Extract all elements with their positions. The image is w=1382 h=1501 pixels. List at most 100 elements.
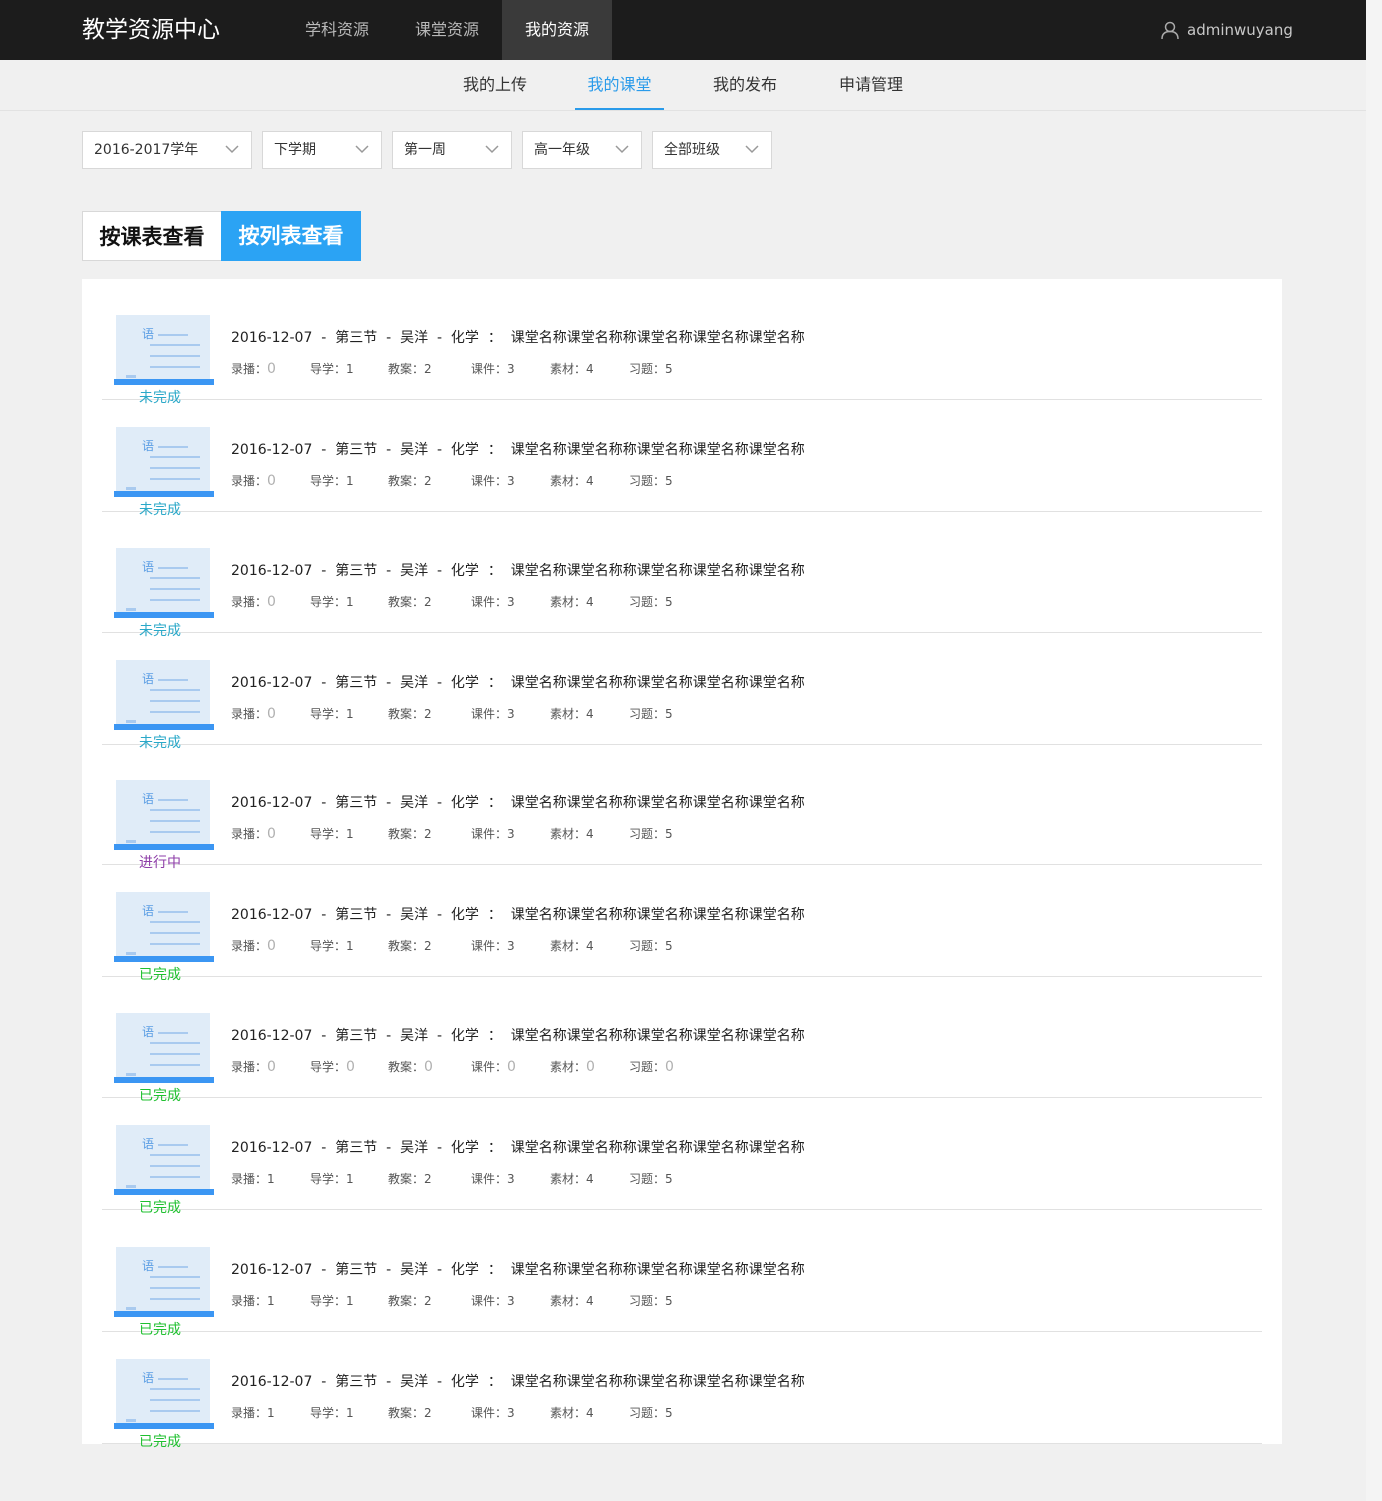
stat-item: 录播：1 — [231, 1170, 275, 1187]
stat-label: 导学： — [310, 1294, 347, 1308]
status-bar — [114, 1311, 214, 1317]
lesson-thumbnail[interactable]: 语 — [114, 1247, 214, 1317]
user-menu[interactable]: adminwuyang — [1160, 0, 1293, 60]
stat-label: 教案： — [388, 474, 425, 488]
lesson-title[interactable]: 2016-12-07 - 第三节 - 吴洋 - 化学 ： 课堂名称课堂名称称课堂… — [231, 327, 805, 347]
stat-label: 录播： — [231, 362, 268, 376]
text-line — [158, 799, 188, 801]
lesson-thumbnail[interactable]: 语 — [114, 660, 214, 730]
nav-item-subject-resources[interactable]: 学科资源 — [282, 0, 392, 60]
stat-item: 导学：1 — [310, 1170, 354, 1187]
stat-item: 素材：4 — [550, 360, 594, 377]
status-label: 未完成 — [139, 735, 181, 751]
lesson-title[interactable]: 2016-12-07 - 第三节 - 吴洋 - 化学 ： 课堂名称课堂名称称课堂… — [231, 1137, 805, 1157]
chevron-down-icon — [485, 145, 499, 154]
stat-label: 录播： — [231, 827, 268, 841]
stat-value: 0 — [267, 826, 276, 842]
stat-value: 0 — [267, 473, 276, 489]
stat-value: 1 — [346, 1294, 354, 1308]
text-line — [150, 1399, 200, 1401]
status-label: 已完成 — [139, 967, 181, 983]
document-icon: 语 — [116, 1359, 210, 1423]
stat-item: 素材：4 — [550, 825, 594, 842]
stat-value: 1 — [346, 707, 354, 721]
text-line — [150, 1276, 200, 1278]
lesson-thumbnail[interactable]: 语 — [114, 892, 214, 962]
stat-value: 4 — [586, 362, 594, 376]
stat-label: 导学： — [310, 939, 347, 953]
tab-my-publications[interactable]: 我的发布 — [700, 60, 790, 110]
subject-char: 语 — [142, 904, 155, 918]
lesson-title[interactable]: 2016-12-07 - 第三节 - 吴洋 - 化学 ： 课堂名称课堂名称称课堂… — [231, 792, 805, 812]
tab-application-management[interactable]: 申请管理 — [826, 60, 916, 110]
lesson-title[interactable]: 2016-12-07 - 第三节 - 吴洋 - 化学 ： 课堂名称课堂名称称课堂… — [231, 1025, 805, 1045]
stat-label: 课件： — [471, 1406, 508, 1420]
stat-value: 4 — [586, 939, 594, 953]
semester-select[interactable]: 下学期 — [262, 131, 382, 169]
school-year-select[interactable]: 2016-2017学年 — [82, 131, 252, 169]
stat-item: 素材：4 — [550, 472, 594, 489]
text-line — [126, 1185, 136, 1188]
grade-select[interactable]: 高一年级 — [522, 131, 642, 169]
lesson-title[interactable]: 2016-12-07 - 第三节 - 吴洋 - 化学 ： 课堂名称课堂名称称课堂… — [231, 672, 805, 692]
stat-value: 3 — [507, 939, 515, 953]
nav-item-my-resources[interactable]: 我的资源 — [502, 0, 612, 60]
lesson-title[interactable]: 2016-12-07 - 第三节 - 吴洋 - 化学 ： 课堂名称课堂名称称课堂… — [231, 904, 805, 924]
school-year-value: 2016-2017学年 — [94, 142, 199, 158]
stat-value: 5 — [665, 1172, 673, 1186]
text-line — [150, 831, 200, 833]
view-by-list-button[interactable]: 按列表查看 — [221, 211, 361, 261]
stat-label: 录播： — [231, 707, 268, 721]
chevron-down-icon — [225, 145, 239, 154]
stat-item: 课件：3 — [471, 705, 515, 722]
stat-label: 课件： — [471, 1060, 508, 1074]
stat-value: 2 — [424, 939, 432, 953]
tab-my-classroom[interactable]: 我的课堂 — [575, 60, 664, 110]
stat-item: 教案：2 — [388, 593, 432, 610]
stat-label: 习题： — [629, 1294, 666, 1308]
lesson-title[interactable]: 2016-12-07 - 第三节 - 吴洋 - 化学 ： 课堂名称课堂名称称课堂… — [231, 439, 805, 459]
stat-label: 习题： — [629, 827, 666, 841]
stat-label: 教案： — [388, 827, 425, 841]
tab-my-uploads[interactable]: 我的上传 — [450, 60, 540, 110]
text-line — [126, 1073, 136, 1076]
lesson-title[interactable]: 2016-12-07 - 第三节 - 吴洋 - 化学 ： 课堂名称课堂名称称课堂… — [231, 1259, 805, 1279]
stat-item: 素材：4 — [550, 705, 594, 722]
week-select[interactable]: 第一周 — [392, 131, 512, 169]
stat-label: 课件： — [471, 362, 508, 376]
stat-label: 导学： — [310, 827, 347, 841]
lesson-thumbnail[interactable]: 语 — [114, 1013, 214, 1083]
nav-item-classroom-resources[interactable]: 课堂资源 — [392, 0, 502, 60]
lesson-thumbnail[interactable]: 语 — [114, 1125, 214, 1195]
stat-label: 教案： — [388, 1172, 425, 1186]
subject-char: 语 — [142, 1025, 155, 1039]
main-nav: 学科资源 课堂资源 我的资源 — [282, 0, 612, 60]
scrollbar[interactable] — [1366, 0, 1382, 1501]
username: adminwuyang — [1187, 21, 1293, 39]
stat-label: 教案： — [388, 939, 425, 953]
subject-char: 语 — [142, 1371, 155, 1385]
lesson-thumbnail[interactable]: 语 — [114, 1359, 214, 1429]
lesson-thumbnail[interactable]: 语 — [114, 548, 214, 618]
stat-value: 2 — [424, 1406, 432, 1420]
lesson-thumbnail[interactable]: 语 — [114, 780, 214, 850]
stat-value: 3 — [507, 1172, 515, 1186]
status-bar — [114, 956, 214, 962]
classroom-list: 语 未完成 2016-12-07 - 第三节 - 吴洋 - 化学 ： 课堂名称课… — [82, 279, 1282, 1450]
stat-item: 导学：1 — [310, 1292, 354, 1309]
lesson-thumbnail[interactable]: 语 — [114, 315, 214, 385]
lesson-title[interactable]: 2016-12-07 - 第三节 - 吴洋 - 化学 ： 课堂名称课堂名称称课堂… — [231, 1371, 805, 1391]
text-line — [126, 375, 136, 378]
class-select[interactable]: 全部班级 — [652, 131, 772, 169]
stat-item: 录播：1 — [231, 1292, 275, 1309]
text-line — [158, 1144, 188, 1146]
text-line — [150, 344, 200, 346]
view-by-schedule-button[interactable]: 按课表查看 — [82, 211, 221, 261]
document-icon: 语 — [116, 1125, 210, 1189]
lesson-thumbnail[interactable]: 语 — [114, 427, 214, 497]
subject-char: 语 — [142, 792, 155, 806]
stat-item: 教案：2 — [388, 360, 432, 377]
lesson-title[interactable]: 2016-12-07 - 第三节 - 吴洋 - 化学 ： 课堂名称课堂名称称课堂… — [231, 560, 805, 580]
stat-item: 习题：5 — [629, 472, 673, 489]
stat-value: 3 — [507, 362, 515, 376]
